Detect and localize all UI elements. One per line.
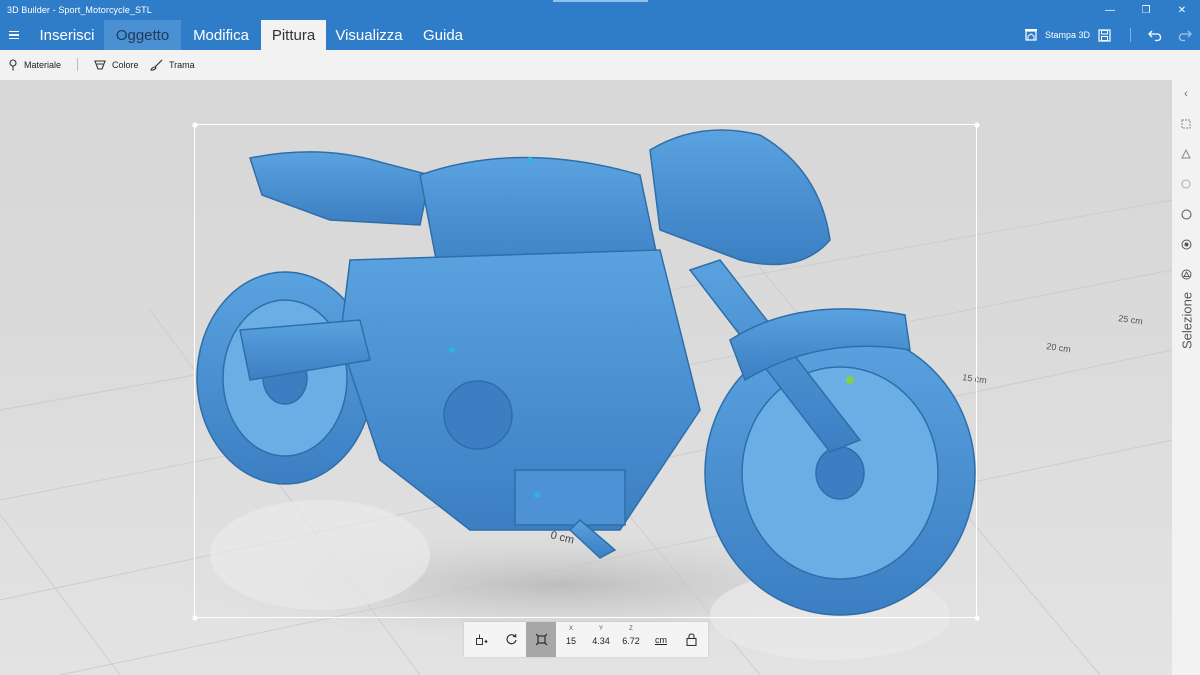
- redo-button[interactable]: [1178, 20, 1192, 50]
- toolbar-separator: [77, 58, 78, 71]
- paint-marker: [449, 347, 455, 353]
- tab-oggetto[interactable]: Oggetto: [104, 20, 181, 50]
- 3d-viewport[interactable]: 0 cm 15 cm 20 cm 25 cm: [0, 80, 1172, 675]
- print-3d-label: Stampa 3D: [1045, 30, 1091, 40]
- selection-handle[interactable]: [192, 122, 198, 128]
- z-axis-label: Z: [629, 626, 633, 632]
- paint-select-icon[interactable]: [1172, 234, 1200, 254]
- select-object-icon[interactable]: [1172, 114, 1200, 134]
- y-dimension[interactable]: Y 4.34: [586, 622, 616, 657]
- y-value[interactable]: 4.34: [586, 636, 616, 646]
- grid-label-25cm: 25 cm: [1118, 313, 1144, 326]
- paint-bucket-icon: [94, 60, 106, 70]
- material-icon: [9, 59, 17, 71]
- z-dimension[interactable]: Z 6.72: [616, 622, 646, 657]
- paint-marker: [527, 157, 533, 163]
- tab-modifica[interactable]: Modifica: [181, 20, 261, 50]
- collapse-panel-icon[interactable]: ‹: [1172, 84, 1200, 104]
- move-icon: [475, 634, 488, 645]
- selection-handle[interactable]: [192, 615, 198, 621]
- rear-wheel-reflection: [210, 500, 430, 610]
- x-value[interactable]: 15: [556, 636, 586, 646]
- selection-handle[interactable]: [974, 615, 980, 621]
- circle-select-icon[interactable]: [1172, 204, 1200, 224]
- restore-button[interactable]: ❐: [1128, 0, 1164, 20]
- grid-label-15cm: 15 cm: [962, 372, 988, 385]
- ribbon: Inserisci Oggetto Modifica Pittura Visua…: [0, 20, 1200, 50]
- grid-label-20cm: 20 cm: [1046, 341, 1072, 354]
- title-bar: 3D Builder - Sport_Motorcycle_STL — ❐ ✕: [0, 0, 1200, 20]
- paint-marker: [534, 492, 540, 498]
- paint-marker: [846, 376, 854, 384]
- x-dimension[interactable]: X 15: [556, 622, 586, 657]
- window-title: 3D Builder - Sport_Motorcycle_STL: [7, 5, 152, 15]
- unit-selector[interactable]: cm: [655, 635, 667, 645]
- z-value[interactable]: 6.72: [616, 636, 646, 646]
- y-axis-label: Y: [598, 626, 603, 632]
- rotate-icon: [505, 633, 517, 645]
- move-tool-button[interactable]: [466, 622, 496, 657]
- material-label: Materiale: [24, 60, 62, 70]
- tab-inserisci[interactable]: Inserisci: [30, 20, 104, 50]
- hamburger-menu-icon[interactable]: [0, 20, 28, 50]
- save-button[interactable]: [1098, 20, 1111, 50]
- select-mesh-icon[interactable]: [1172, 144, 1200, 164]
- undo-button[interactable]: [1148, 20, 1162, 50]
- title-bar-accent-line: [553, 0, 648, 2]
- brush-icon: [150, 59, 163, 71]
- selection-panel-label[interactable]: Selezione: [1173, 280, 1200, 360]
- save-icon: [1098, 28, 1111, 42]
- scene-canvas: 0 cm 15 cm 20 cm 25 cm: [0, 122, 1172, 675]
- redo-icon: [1178, 30, 1192, 42]
- paint-toolbar: Materiale Colore Trama: [0, 50, 1200, 80]
- print-3d-button[interactable]: Stampa 3D: [1024, 20, 1090, 50]
- printer-3d-icon: [1025, 29, 1037, 41]
- ribbon-separator: [1130, 28, 1131, 42]
- close-button[interactable]: ✕: [1164, 0, 1200, 20]
- rotate-tool-button[interactable]: [496, 622, 526, 657]
- tab-guida[interactable]: Guida: [412, 20, 474, 50]
- texture-label: Trama: [169, 60, 195, 70]
- app-window: 3D Builder - Sport_Motorcycle_STL — ❐ ✕ …: [0, 0, 1200, 675]
- selection-handle[interactable]: [974, 122, 980, 128]
- minimize-button[interactable]: —: [1092, 0, 1128, 20]
- tab-visualizza[interactable]: Visualizza: [326, 20, 412, 50]
- lock-proportions-button[interactable]: [676, 622, 706, 657]
- material-button[interactable]: Materiale: [8, 50, 61, 80]
- texture-button[interactable]: Trama: [150, 50, 195, 80]
- undo-icon: [1148, 30, 1162, 42]
- transform-toolbar: X 15 Y 4.34 Z 6.72 cm: [464, 622, 708, 657]
- lock-icon: [685, 633, 697, 646]
- scale-tool-button[interactable]: [526, 622, 556, 657]
- tab-pittura[interactable]: Pittura: [261, 20, 326, 50]
- color-button[interactable]: Colore: [94, 50, 139, 80]
- x-axis-label: X: [568, 626, 573, 632]
- right-side-panel: ‹ Selezione: [1172, 80, 1200, 675]
- scale-icon: [535, 633, 547, 646]
- color-label: Colore: [112, 60, 139, 70]
- window-controls: — ❐ ✕: [1092, 0, 1200, 20]
- select-face-icon[interactable]: [1172, 174, 1200, 194]
